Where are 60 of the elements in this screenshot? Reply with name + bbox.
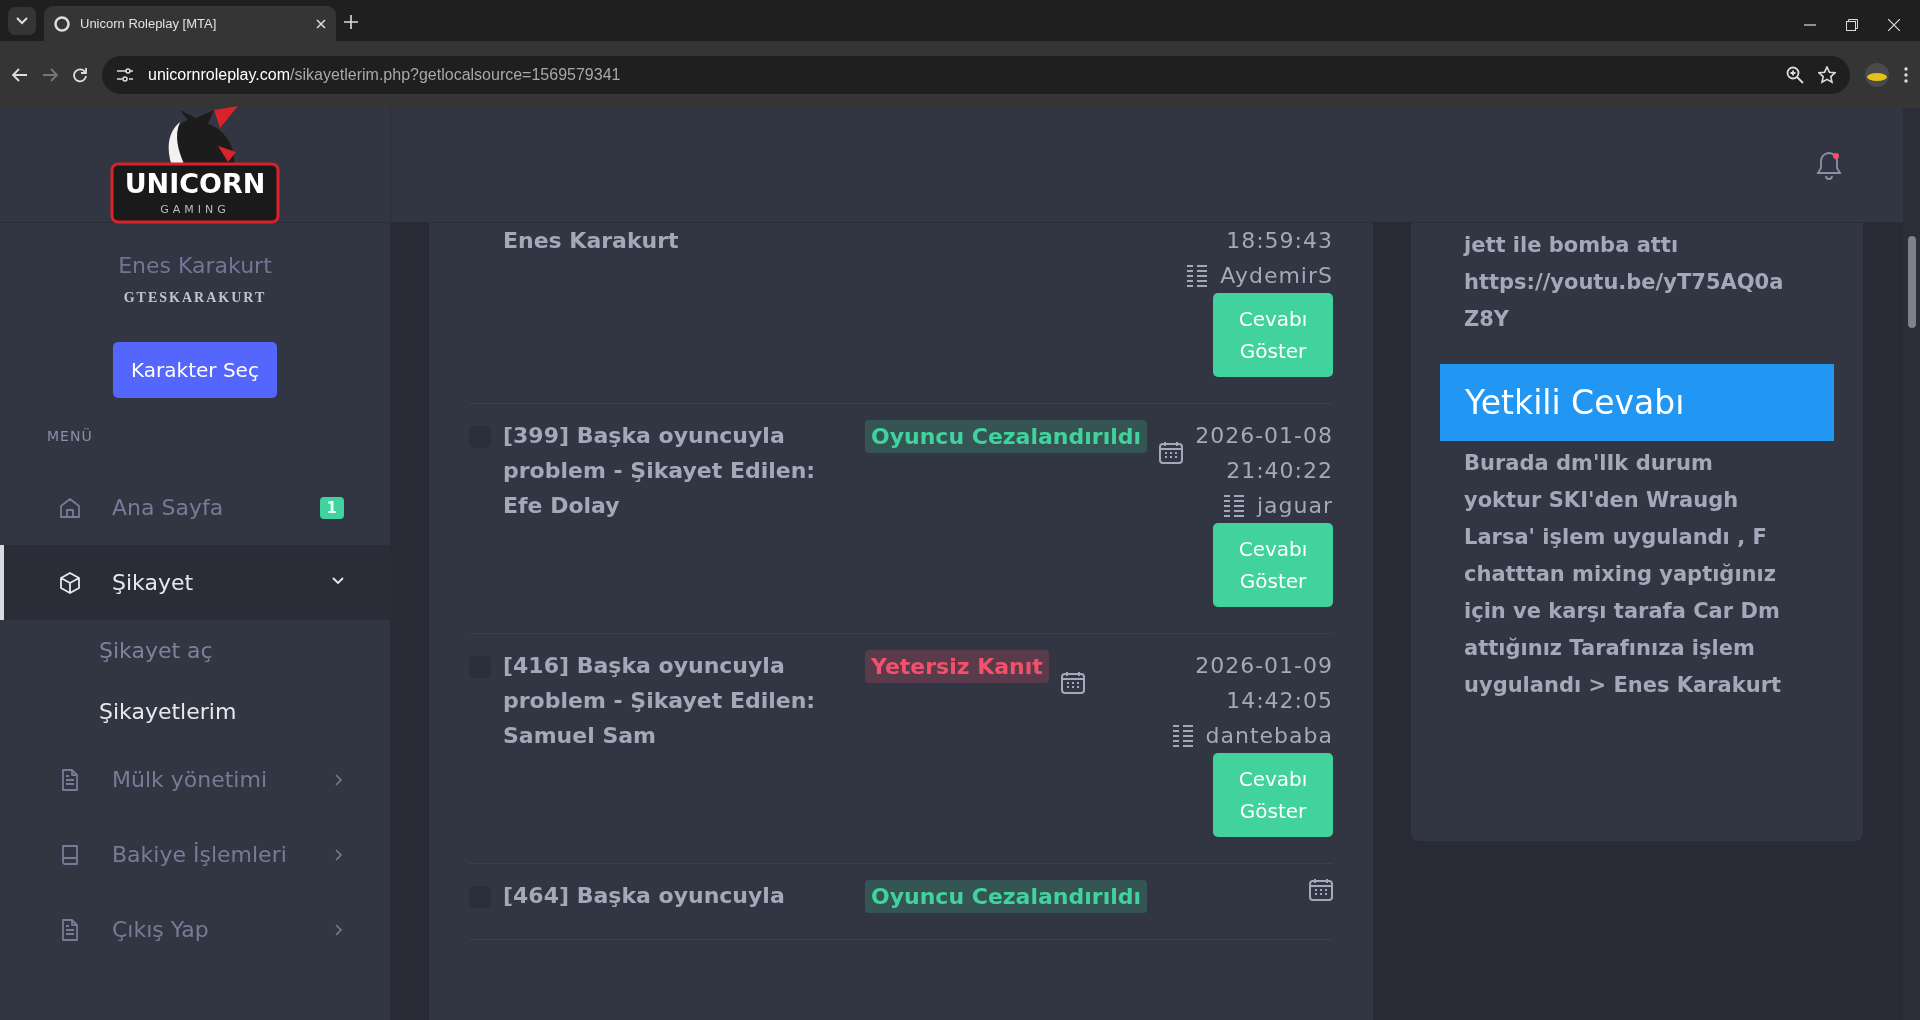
complaint-title: [416] Başka oyuncuyla problem - Şikayet Edilen: Samuel Sam <box>503 652 817 750</box>
site-settings-icon[interactable] <box>116 66 134 83</box>
home-icon <box>58 495 82 520</box>
browser-tab[interactable]: Unicorn Roleplay [MTA] <box>44 6 336 41</box>
complaint-title: [399] Başka oyuncuyla problem - Şikayet Edilen: Efe Dolay <box>503 422 817 520</box>
handler-name: jaguar <box>1256 492 1333 520</box>
restore-icon[interactable] <box>1846 19 1858 31</box>
complaint-text: jett ile bomba attı https://youtu.be/yT75AQ0aZ8Y <box>1462 232 1785 333</box>
show-answer-button[interactable]: Cevabı Göster <box>1213 753 1333 837</box>
scrollbar-thumb[interactable] <box>1907 236 1916 328</box>
logo: UNICORN GAMING <box>110 106 280 224</box>
caret-icon <box>16 17 28 25</box>
status-label: Oyuncu Cezalandırıldı <box>865 420 1147 453</box>
new-tab-icon[interactable] <box>344 15 358 29</box>
menu-label: Mülk yönetimi <box>112 767 268 792</box>
back-icon[interactable] <box>12 67 28 82</box>
submenu-item[interactable]: Şikayet aç <box>0 620 390 681</box>
show-answer-button[interactable]: Cevabı Göster <box>1213 293 1333 377</box>
zoom-icon[interactable] <box>1786 65 1804 84</box>
close-icon[interactable] <box>1888 19 1900 31</box>
address-bar[interactable]: unicornroleplay.com/sikayetlerim.php?getlocalsource=1569579341 <box>102 55 1850 94</box>
site-icon <box>54 15 70 32</box>
status-label: Yetersiz Kanıt <box>865 650 1049 683</box>
answer-heading: Yetkili Cevabı <box>1440 364 1834 441</box>
menu-label: Ana Sayfa <box>112 495 225 520</box>
menu-item[interactable]: Şikayet <box>0 545 390 620</box>
answer-text: Burada dm'lIk durum yoktur SKI'den Wraugh Larsa' işlem uygulandı , F chatttan mixing yaptığınız için ve karşı tarafa Car Dm attığınız Tarafınıza işlem uygulandı > Enes Karakurt <box>1463 450 1783 699</box>
more-menu-icon[interactable] <box>1904 66 1908 83</box>
menu-item[interactable]: Bakiye İşlemleri <box>0 817 390 892</box>
account-name: GTESKARAKURT <box>123 290 267 306</box>
select-character-button[interactable]: Karakter Seç <box>113 342 277 398</box>
bell-icon[interactable] <box>1815 150 1843 180</box>
handler-name: AydemirS <box>1220 262 1333 290</box>
star-icon[interactable] <box>1818 65 1836 84</box>
show-answer-button[interactable]: Cevabı Göster <box>1213 523 1333 607</box>
url-text: unicornroleplay.com/sikayetlerim.php?getlocalsource=1569579341 <box>148 65 622 84</box>
menu-label: Şikayet <box>112 570 195 595</box>
forward-icon[interactable] <box>42 67 58 82</box>
menu-label: Bakiye İşlemleri <box>112 842 288 867</box>
tab-list-button[interactable] <box>8 7 36 35</box>
status-label: Oyuncu Cezalandırıldı <box>865 880 1147 913</box>
list-icon <box>1186 263 1209 288</box>
menu-label: Çıkış Yap <box>112 917 210 942</box>
date-text: 18:59:43 <box>1226 227 1333 255</box>
menu-item[interactable]: Mülk yönetimi <box>0 742 390 817</box>
reload-icon[interactable] <box>72 66 88 83</box>
menu-heading: MENÜ <box>47 428 93 444</box>
complaint-title: Enes Karakurt <box>503 227 680 255</box>
submenu-item[interactable]: Şikayetlerim <box>0 681 390 742</box>
close-icon[interactable] <box>316 18 326 29</box>
complaint-title: [464] Başka oyuncuyla <box>503 882 786 910</box>
menu-item[interactable]: Ana Sayfa 1 <box>0 470 390 545</box>
menu-item[interactable]: Çıkış Yap <box>0 892 390 967</box>
handler-name: dantebaba <box>1205 722 1333 750</box>
count-badge: 1 <box>319 496 344 519</box>
user-name: Enes Karakurt <box>117 253 273 278</box>
list-icon <box>1171 723 1194 748</box>
profile-avatar-icon[interactable] <box>1864 61 1890 88</box>
list-icon <box>1222 493 1245 518</box>
cube-icon <box>58 570 82 595</box>
